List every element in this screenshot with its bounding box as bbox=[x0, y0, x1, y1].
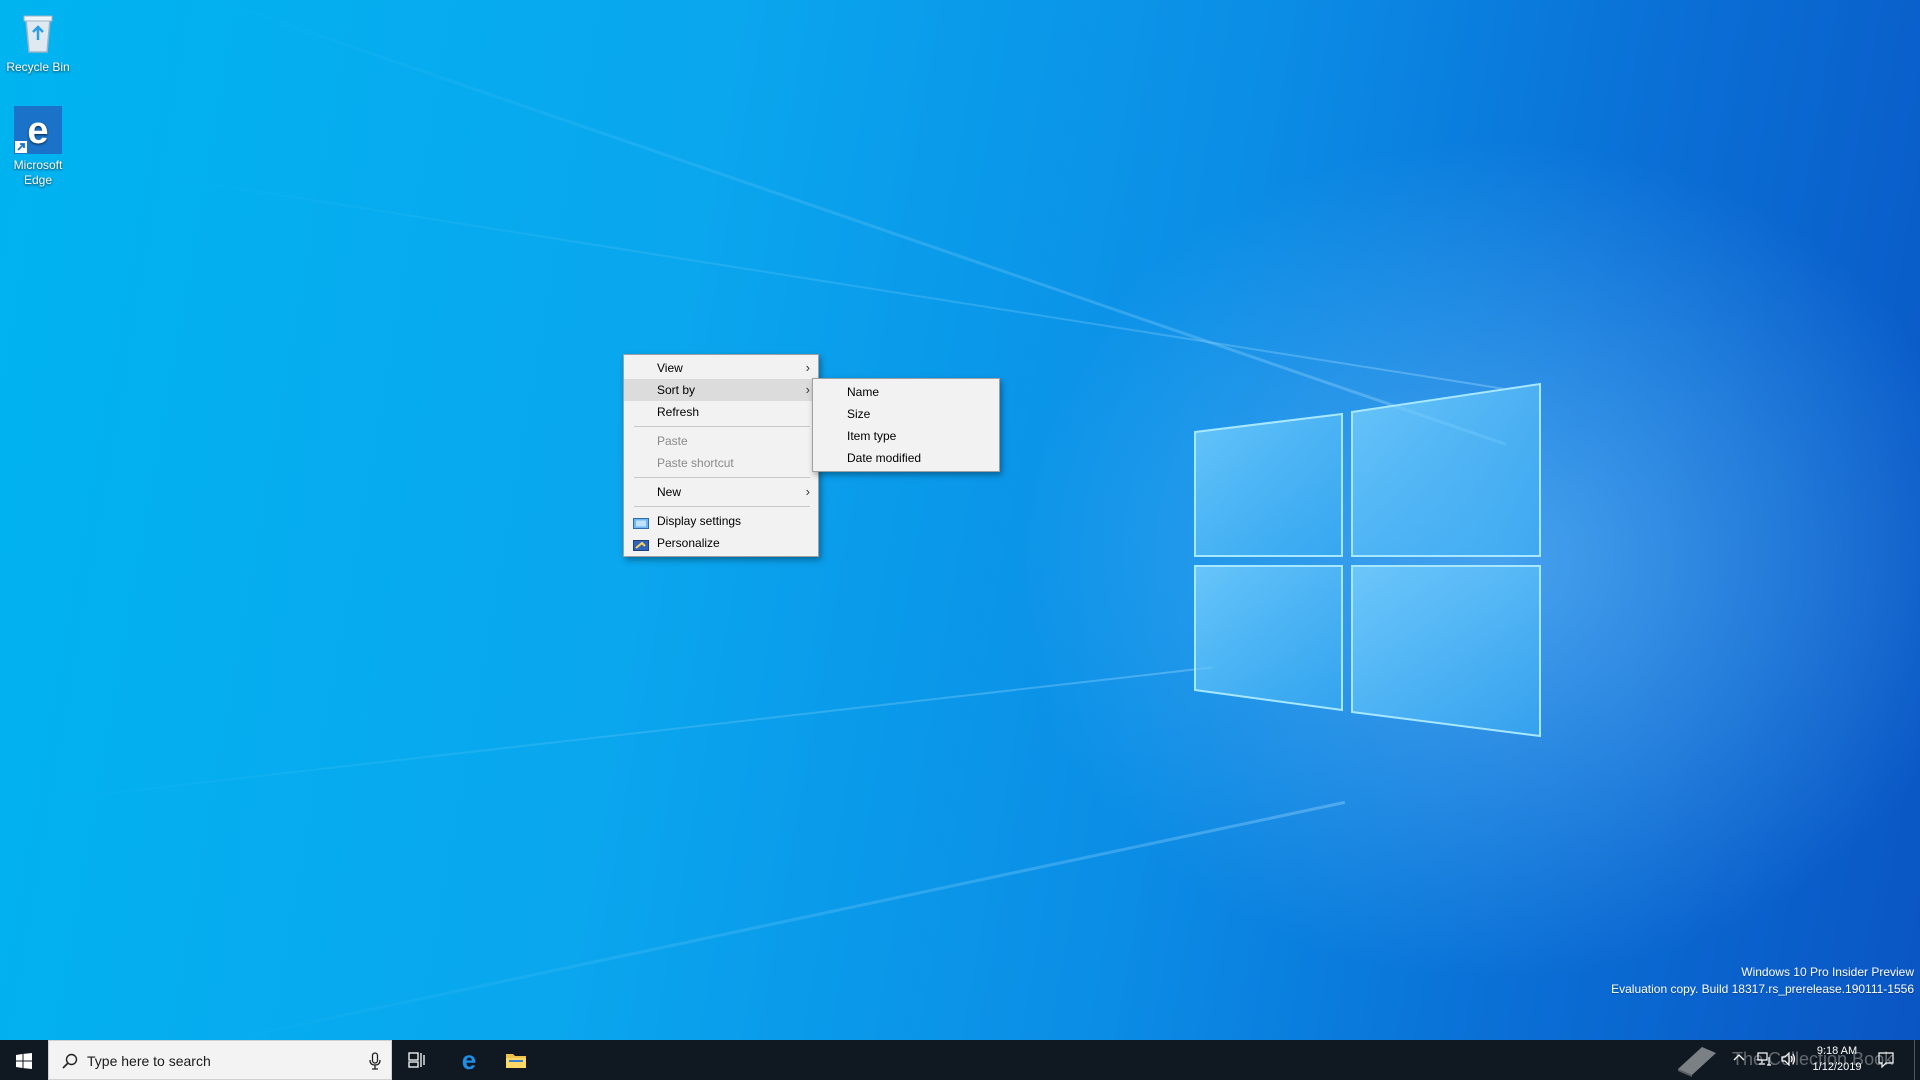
submenu-item-date-modified[interactable]: Date modified bbox=[813, 447, 999, 469]
desktop-icon-recycle-bin[interactable]: Recycle Bin bbox=[0, 8, 76, 75]
show-desktop-button[interactable] bbox=[1914, 1040, 1920, 1080]
edition-text: Windows 10 Pro Insider Preview bbox=[1741, 965, 1914, 979]
menu-item-label: Refresh bbox=[657, 405, 700, 419]
menu-item-label: Display settings bbox=[657, 514, 742, 528]
menu-item-label: Size bbox=[847, 407, 871, 421]
menu-item-refresh[interactable]: Refresh bbox=[624, 401, 818, 423]
menu-separator bbox=[634, 477, 810, 478]
desktop[interactable]: Recycle Bin e Microsoft Edge View › Sort… bbox=[0, 0, 1920, 1040]
menu-item-label: Sort by bbox=[657, 383, 696, 397]
personalize-icon bbox=[633, 537, 649, 551]
menu-item-label: Item type bbox=[847, 429, 897, 443]
menu-item-label: Date modified bbox=[847, 451, 922, 465]
action-center-button[interactable] bbox=[1878, 1052, 1894, 1071]
menu-separator bbox=[634, 426, 810, 427]
menu-item-personalize[interactable]: Personalize bbox=[624, 532, 818, 554]
task-view-icon bbox=[408, 1052, 425, 1068]
start-button[interactable] bbox=[0, 1040, 48, 1080]
submenu-item-size[interactable]: Size bbox=[813, 403, 999, 425]
search-icon bbox=[62, 1053, 78, 1069]
chevron-right-icon: › bbox=[805, 382, 810, 397]
menu-item-label: Paste shortcut bbox=[657, 456, 734, 470]
desktop-icon-label: Recycle Bin bbox=[6, 60, 70, 74]
menu-item-paste[interactable]: Paste bbox=[624, 430, 818, 452]
book-icon bbox=[1678, 1047, 1716, 1077]
chevron-right-icon: › bbox=[805, 484, 810, 499]
taskbar-search-box[interactable]: Type here to search bbox=[48, 1040, 392, 1080]
clock[interactable]: 9:18 AM 1/12/2019 bbox=[1804, 1043, 1870, 1075]
menu-item-paste-shortcut[interactable]: Paste shortcut bbox=[624, 452, 818, 474]
menu-item-view[interactable]: View › bbox=[624, 357, 818, 379]
file-explorer-taskbar-button[interactable] bbox=[494, 1040, 538, 1080]
menu-item-label: Personalize bbox=[657, 536, 720, 550]
menu-item-label: View bbox=[657, 361, 683, 375]
edge-icon: e bbox=[462, 1048, 476, 1072]
display-settings-icon bbox=[633, 515, 649, 529]
menu-item-display-settings[interactable]: Display settings bbox=[624, 510, 818, 532]
network-button[interactable] bbox=[1757, 1052, 1773, 1069]
notification-icon bbox=[1878, 1052, 1894, 1069]
evaluation-watermark: Windows 10 Pro Insider Preview Evaluatio… bbox=[1611, 964, 1914, 998]
microphone-icon[interactable] bbox=[369, 1052, 381, 1070]
sort-by-submenu: Name Size Item type Date modified bbox=[812, 378, 1000, 472]
show-hidden-icons-button[interactable] bbox=[1733, 1052, 1745, 1067]
windows-logo-wallpaper bbox=[1194, 382, 1541, 738]
chevron-up-icon bbox=[1733, 1054, 1745, 1061]
submenu-item-name[interactable]: Name bbox=[813, 381, 999, 403]
folder-icon bbox=[506, 1054, 526, 1068]
volume-icon bbox=[1781, 1051, 1796, 1067]
task-view-button[interactable] bbox=[396, 1040, 436, 1080]
light-beam bbox=[39, 666, 1213, 802]
desktop-context-menu: View › Sort by › Refresh Paste Paste sho… bbox=[623, 354, 819, 557]
build-text: Evaluation copy. Build 18317.rs_prerelea… bbox=[1611, 982, 1914, 996]
light-beam bbox=[159, 175, 1504, 390]
menu-item-label: Paste bbox=[657, 434, 688, 448]
search-placeholder: Type here to search bbox=[87, 1053, 211, 1069]
clock-time: 9:18 AM bbox=[1816, 1045, 1858, 1057]
windows-start-icon bbox=[16, 1053, 32, 1069]
svg-text:e: e bbox=[462, 1048, 476, 1072]
clock-date: 1/12/2019 bbox=[1812, 1061, 1862, 1073]
taskbar: Type here to search e The Collection Boo… bbox=[0, 1040, 1920, 1080]
chevron-right-icon: › bbox=[805, 360, 810, 375]
edge-taskbar-button[interactable]: e bbox=[446, 1040, 490, 1080]
edge-icon: e bbox=[14, 106, 62, 154]
desktop-icon-label: Microsoft Edge bbox=[13, 158, 63, 187]
menu-separator bbox=[634, 506, 810, 507]
submenu-item-item-type[interactable]: Item type bbox=[813, 425, 999, 447]
network-icon bbox=[1757, 1052, 1771, 1066]
volume-button[interactable] bbox=[1781, 1051, 1797, 1069]
desktop-icon-microsoft-edge[interactable]: e Microsoft Edge bbox=[0, 106, 76, 188]
menu-item-label: New bbox=[657, 485, 682, 499]
menu-item-sort-by[interactable]: Sort by › bbox=[624, 379, 818, 401]
recycle-bin-icon bbox=[14, 8, 62, 56]
light-beam bbox=[219, 800, 1346, 1040]
menu-item-label: Name bbox=[847, 385, 880, 399]
menu-item-new[interactable]: New › bbox=[624, 481, 818, 503]
svg-text:e: e bbox=[27, 110, 48, 152]
